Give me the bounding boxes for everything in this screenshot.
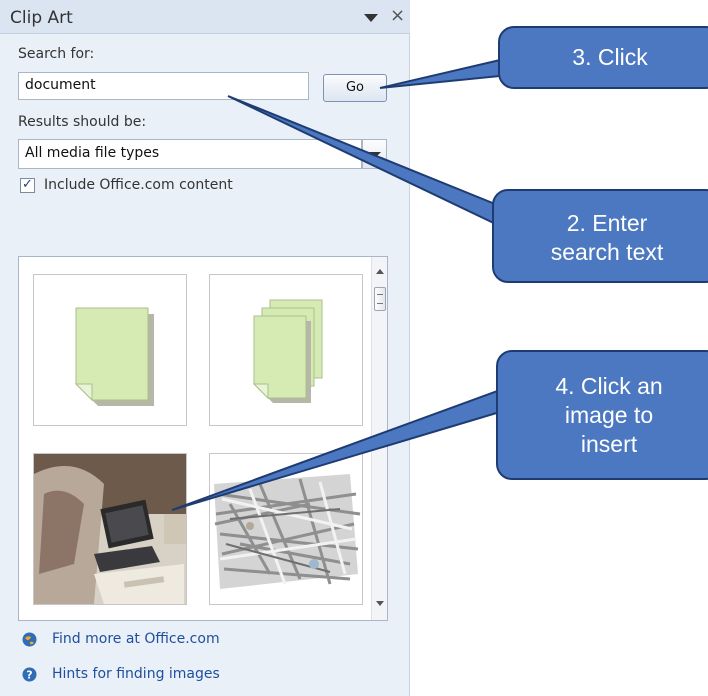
callout-pointers [171,58,501,511]
callout-step4: 4. Click an image to insert [496,350,708,480]
callout-pointer-step4 [171,388,501,511]
callout-step4-line3: insert [580,431,638,457]
callout-step4-line2: image to [564,402,654,428]
callout-pointer-step2 [227,95,501,228]
callout-step4-line1: 4. Click an [555,373,663,399]
callout-step3: 3. Click [498,26,708,89]
callout-step2: 2. Enter search text [492,189,708,283]
callout-pointer-step3 [379,58,501,89]
callout-step3-text: 3. Click [572,44,648,70]
callout-step2-line1: 2. Enter [566,210,648,236]
callout-step2-line2: search text [550,239,664,265]
